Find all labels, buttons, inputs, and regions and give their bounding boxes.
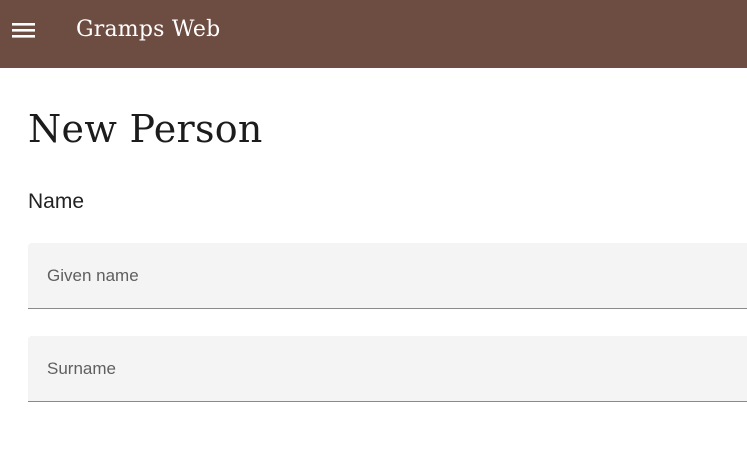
- page-title: New Person: [28, 107, 263, 151]
- app-title: Gramps Web: [76, 17, 221, 42]
- given-name-field[interactable]: [28, 243, 747, 309]
- menu-icon: [11, 20, 36, 40]
- surname-input[interactable]: [28, 336, 747, 401]
- given-name-input[interactable]: [28, 243, 747, 308]
- surname-field[interactable]: [28, 336, 747, 402]
- name-section-label: Name: [28, 190, 85, 213]
- menu-button[interactable]: [11, 20, 36, 40]
- app-bar: Gramps Web: [0, 0, 747, 68]
